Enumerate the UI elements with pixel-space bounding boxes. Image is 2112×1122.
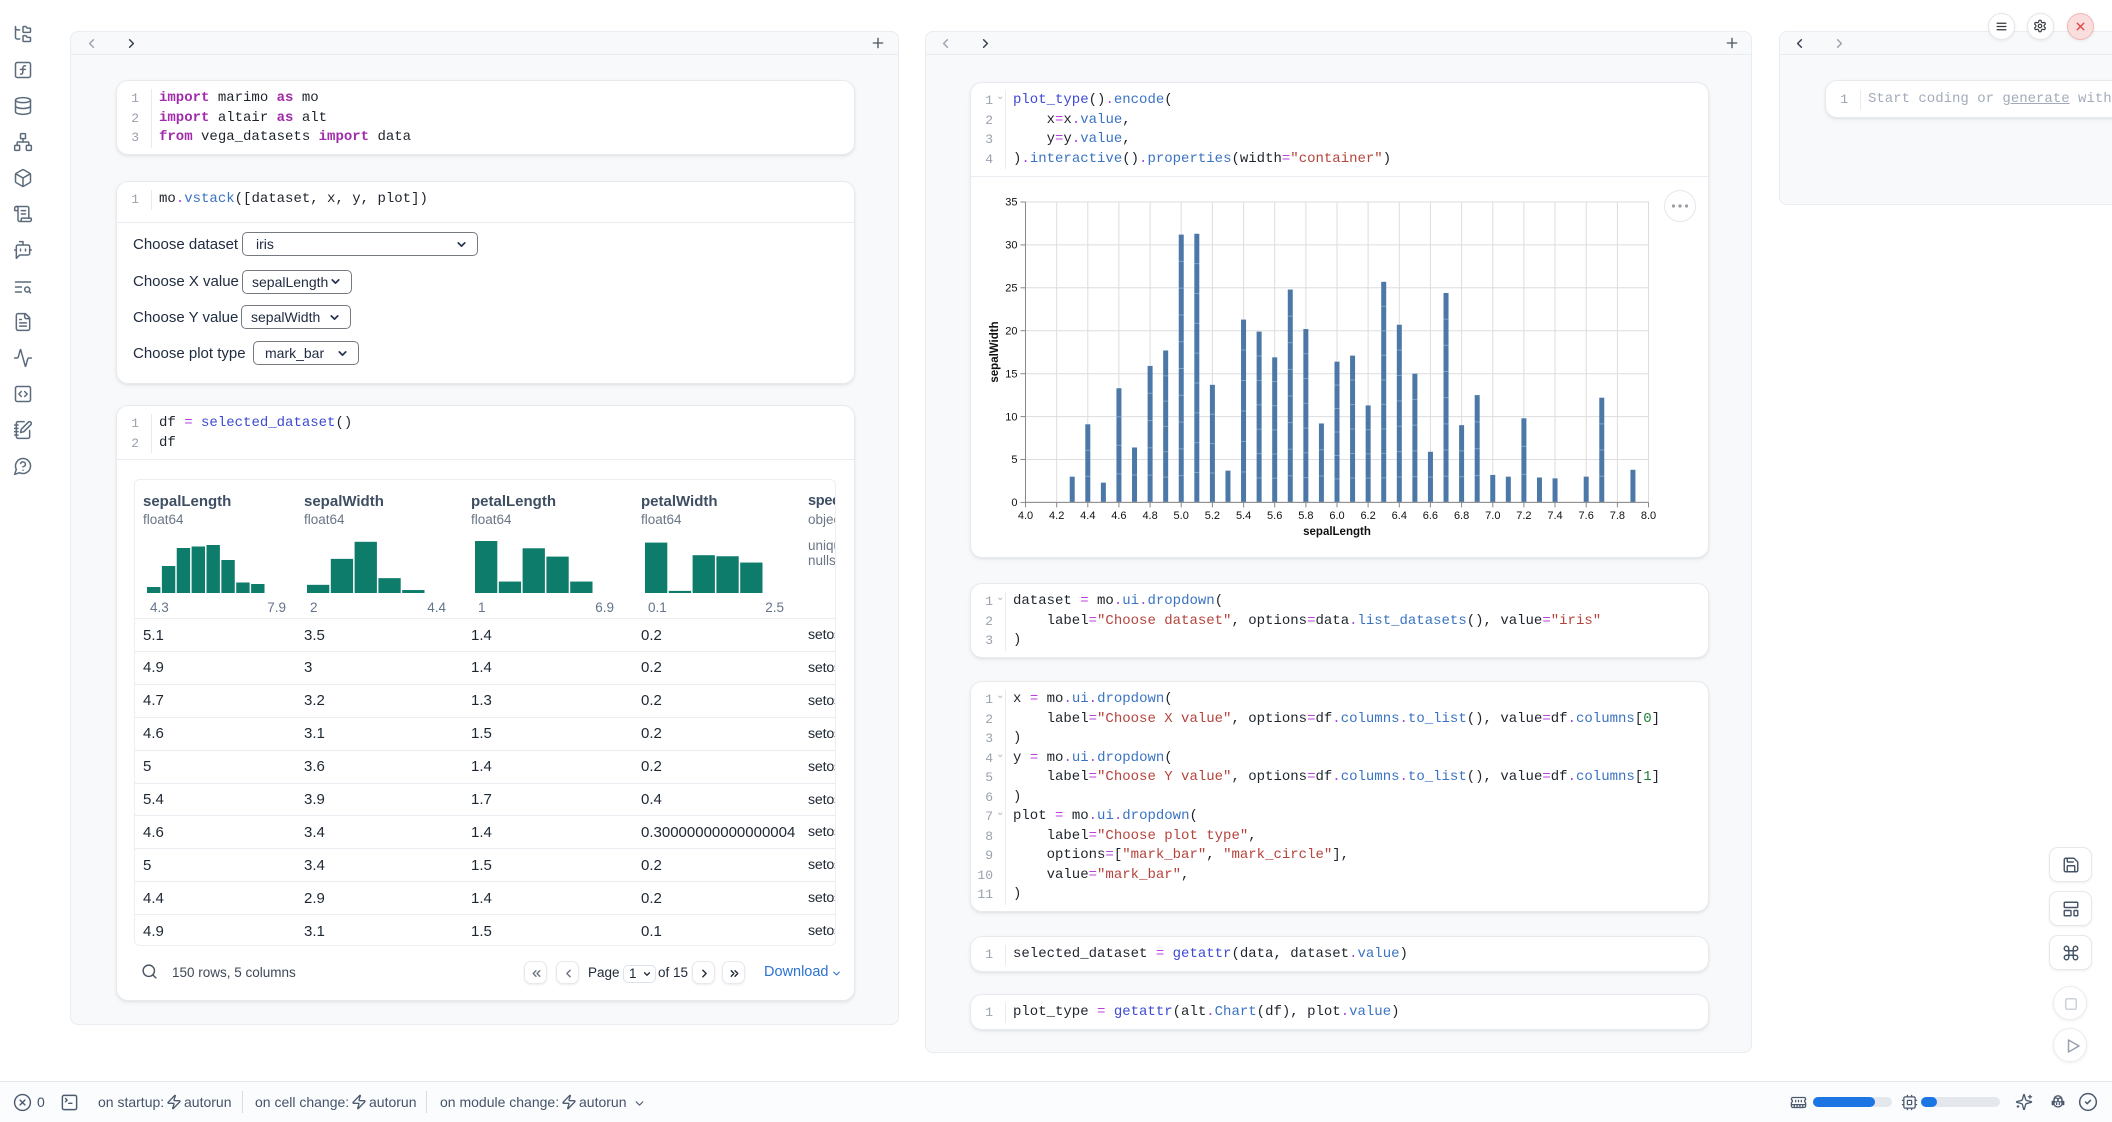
svg-text:7.6: 7.6 [1579, 510, 1594, 522]
svg-text:25: 25 [1005, 283, 1017, 295]
svg-text:sepalLength: sepalLength [1303, 526, 1371, 538]
svg-text:0: 0 [1011, 497, 1017, 509]
svg-text:6.2: 6.2 [1360, 510, 1375, 522]
svg-text:8.0: 8.0 [1641, 510, 1656, 522]
svg-text:7.0: 7.0 [1485, 510, 1500, 522]
svg-text:5: 5 [1011, 454, 1017, 466]
svg-text:20: 20 [1005, 325, 1017, 337]
svg-text:6.6: 6.6 [1423, 510, 1438, 522]
svg-text:4.8: 4.8 [1142, 510, 1157, 522]
svg-text:5.6: 5.6 [1267, 510, 1282, 522]
svg-text:5.2: 5.2 [1205, 510, 1220, 522]
svg-text:5.4: 5.4 [1236, 510, 1251, 522]
svg-text:4.2: 4.2 [1049, 510, 1064, 522]
svg-text:6.4: 6.4 [1392, 510, 1407, 522]
svg-text:7.4: 7.4 [1547, 510, 1562, 522]
svg-text:7.2: 7.2 [1516, 510, 1531, 522]
svg-text:4.4: 4.4 [1080, 510, 1095, 522]
svg-text:35: 35 [1005, 197, 1017, 209]
svg-text:4.0: 4.0 [1018, 510, 1033, 522]
svg-text:15: 15 [1005, 368, 1017, 380]
svg-text:5.0: 5.0 [1174, 510, 1189, 522]
svg-text:6.8: 6.8 [1454, 510, 1469, 522]
svg-text:4.6: 4.6 [1111, 510, 1126, 522]
svg-text:5.8: 5.8 [1298, 510, 1313, 522]
svg-text:6.0: 6.0 [1329, 510, 1344, 522]
svg-text:10: 10 [1005, 411, 1017, 423]
svg-text:7.8: 7.8 [1610, 510, 1625, 522]
svg-text:30: 30 [1005, 240, 1017, 252]
svg-text:sepalWidth: sepalWidth [989, 321, 1001, 382]
